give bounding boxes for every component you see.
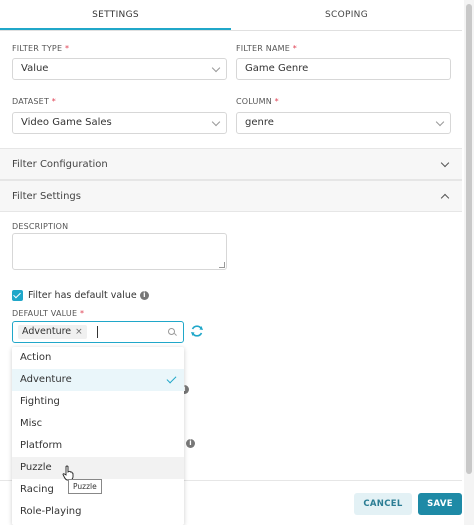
text-caret xyxy=(97,326,98,338)
chevron-down-icon xyxy=(440,158,450,168)
default-value-select[interactable]: Adventure × xyxy=(12,321,184,343)
chevron-down-icon xyxy=(435,117,445,127)
refresh-icon[interactable] xyxy=(190,324,204,338)
dataset-select[interactable]: Video Game Sales xyxy=(12,112,227,134)
selected-chip: Adventure × xyxy=(18,325,87,339)
check-icon xyxy=(166,373,177,384)
dataset-label: DATASET * xyxy=(12,97,56,106)
filter-name-value: Game Genre xyxy=(245,63,309,74)
tab-bar: SETTINGS SCOPING xyxy=(0,0,462,31)
dropdown-option[interactable]: Fighting xyxy=(12,391,184,413)
filter-configuration-title: Filter Configuration xyxy=(12,159,108,170)
column-label: COLUMN * xyxy=(236,97,279,106)
required-mark: * xyxy=(51,97,56,106)
option-tooltip: Puzzle xyxy=(68,479,102,494)
dropdown-option[interactable]: Action xyxy=(12,347,184,369)
default-value-label: DEFAULT VALUE * xyxy=(12,309,84,318)
filter-settings-title: Filter Settings xyxy=(12,191,81,202)
filter-type-select[interactable]: Value xyxy=(12,58,227,80)
filter-name-input[interactable]: Game Genre xyxy=(236,58,451,80)
vertical-scrollbar[interactable] xyxy=(464,0,474,525)
filter-configuration-section[interactable]: Filter Configuration xyxy=(0,148,462,180)
filter-type-value: Value xyxy=(21,63,49,74)
default-value-checkbox[interactable] xyxy=(12,290,23,301)
info-icon[interactable]: i xyxy=(139,291,149,300)
chevron-down-icon xyxy=(211,63,221,73)
filter-name-label-text: FILTER NAME xyxy=(236,44,290,53)
chevron-up-icon xyxy=(440,193,450,203)
dropdown-option-hovered[interactable]: Puzzle xyxy=(12,457,184,479)
dataset-value: Video Game Sales xyxy=(21,117,112,128)
scrollbar-thumb[interactable] xyxy=(466,4,472,474)
column-select[interactable]: genre xyxy=(236,112,451,134)
filter-type-label: FILTER TYPE * xyxy=(12,44,69,53)
description-label: DESCRIPTION xyxy=(12,222,69,231)
default-value-checkbox-label: Filter has default value i xyxy=(28,290,149,301)
save-button[interactable]: SAVE xyxy=(418,493,462,515)
default-value-dropdown: Action Adventure Fighting Misc Platform … xyxy=(12,347,184,525)
dataset-label-text: DATASET xyxy=(12,97,50,106)
filter-settings-section[interactable]: Filter Settings xyxy=(0,180,462,212)
dropdown-option[interactable]: Misc xyxy=(12,413,184,435)
tab-settings[interactable]: SETTINGS xyxy=(0,0,231,30)
description-textarea[interactable] xyxy=(12,233,227,270)
default-value-checkbox-text: Filter has default value xyxy=(28,290,137,301)
column-value: genre xyxy=(245,117,274,128)
default-value-label-text: DEFAULT VALUE xyxy=(12,309,78,318)
dropdown-option[interactable]: Platform xyxy=(12,435,184,457)
tab-scoping[interactable]: SCOPING xyxy=(231,0,462,30)
chip-remove-icon[interactable]: × xyxy=(75,327,83,337)
cancel-button[interactable]: CANCEL xyxy=(354,493,412,515)
dropdown-option[interactable]: Role-Playing xyxy=(12,501,184,523)
dropdown-option-label: Adventure xyxy=(20,374,72,385)
required-mark: * xyxy=(64,44,70,53)
search-icon xyxy=(168,328,175,335)
resize-handle-icon[interactable] xyxy=(219,262,225,268)
info-icon[interactable]: i xyxy=(186,439,195,448)
chevron-down-icon xyxy=(211,117,221,127)
column-label-text: COLUMN xyxy=(236,97,272,106)
filter-name-label: FILTER NAME * xyxy=(236,44,297,53)
required-mark: * xyxy=(79,309,85,318)
required-mark: * xyxy=(274,97,279,106)
selected-chip-label: Adventure xyxy=(22,326,72,337)
filter-type-label-text: FILTER TYPE xyxy=(12,44,63,53)
dropdown-option-selected[interactable]: Adventure xyxy=(12,369,184,391)
required-mark: * xyxy=(292,44,297,53)
